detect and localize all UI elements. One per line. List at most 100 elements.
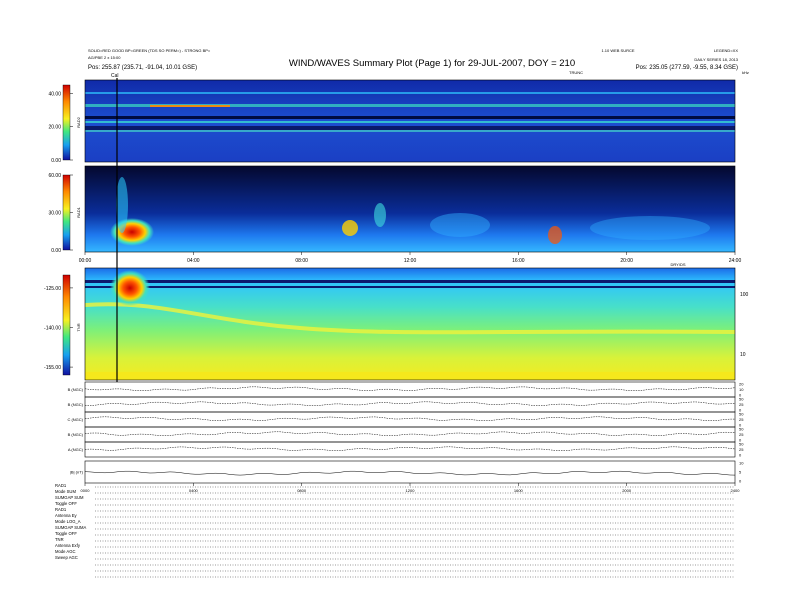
x-tick-label: 1200 [406,488,416,493]
rad2-colorbar [62,84,71,161]
panel-ylabel: RAD1 [76,206,81,217]
info-line: SUMGAP SUM [55,495,84,500]
x-tick-label: 20:00 [620,258,633,264]
info-line: RAD1 [55,507,67,512]
y-tick-label: -125.00 [44,286,61,292]
header-right-line3: Pos: 235.05 (277.59, -9.55, 8.34 GSE) [636,65,738,71]
field-trace [84,416,735,421]
field-panel-label: A (NGC) [68,447,84,452]
field-right-tick: 25 [739,417,744,422]
y-tick-label: 20.00 [48,125,61,131]
field-right-tick: 50 [739,427,744,432]
y-tick-label: -155.00 [44,365,61,371]
tnr-floor [85,372,735,380]
tnr-right-tick-label: 10 [740,352,746,358]
tnr-right-tick-label: 100 [740,292,749,298]
header-left-line1: SOLID=RED GOOD BP=GREEN (TDS SO PERM=) -… [88,48,211,53]
plot-title: WIND/WAVES Summary Plot (Page 1) for 29-… [289,58,575,69]
info-line: Toggle OFF [55,501,77,506]
field-panel-frame [84,411,736,428]
x-tick-label: 00:00 [79,258,92,264]
field-right-tick: 50 [739,442,744,447]
x-tick-label: 0400 [189,488,199,493]
field-panel-label: |B| (nT) [70,470,84,475]
rad2-panel [84,79,736,163]
field-panel-frame [84,396,736,413]
info-line: Antenna Exfy [55,543,81,548]
info-line: RAD1 [55,483,67,488]
x-tick-label: 16:00 [512,258,525,264]
field-trace [84,431,736,436]
info-line: Sweep AGC [55,555,78,560]
rad2-band [150,105,230,107]
tnr-band [85,280,735,283]
x-tick-labels: 00:00 04:00 08:00 12:00 16:00 20:00 24:00 [79,252,741,264]
rad1-feature [342,220,358,236]
rad2-band [85,116,735,119]
rad1-feature [374,203,386,227]
field-panels: B (NGC)20100B (NGC)50250C (NGC)50250B (N… [67,382,744,494]
panel-ylabel: TNR [76,323,81,331]
field-panel-label: B (NGC) [68,432,84,437]
y-tick-label: 0.00 [51,248,61,254]
field-right-tick: 10 [739,461,744,466]
header-right-line1: LEGEND=XX [714,48,738,53]
y-tick-label: 60.00 [48,173,61,179]
rad1-feature [590,216,710,240]
rad1-feature [430,213,490,237]
rad1-feature [548,226,562,244]
field-panel-frame [84,426,736,443]
x-tick-label: 2000 [622,488,632,493]
field-panel-label: B (NGC) [68,402,84,407]
y-tick-label: 0.00 [51,158,61,164]
tnr-background [85,268,735,380]
field-right-tick: 25 [739,432,744,437]
header-right-unit: kHz [742,70,749,75]
field-panel-frame [84,381,736,398]
field-right-tick: 5 [739,470,742,475]
rad2-band [85,92,735,94]
x-tick-label: 12:00 [404,258,417,264]
field-panel-frame [84,460,736,484]
field-panel-frame [84,441,736,458]
field-trace [84,386,736,391]
info-line: Antenna Ey [55,513,78,518]
info-block: RAD1Mode SUMSUMGAP SUMToggle OFFRAD1Ante… [55,483,735,578]
info-line: Mode AGC [55,549,75,554]
header-mid-label: TRUNC [569,70,583,75]
x-tick-label: 04:00 [187,258,200,264]
x-tick-label: 0000 [81,488,91,493]
tnr-corner-label: DRY/DS [670,262,685,267]
rad2-band [85,121,735,123]
field-right-tick: 0 [739,479,742,484]
field-right-tick: 20 [739,382,744,387]
summary-figure: WIND/WAVES Summary Plot (Page 1) for 29-… [44,48,749,578]
tnr-band [85,286,735,288]
field-trace [84,446,736,451]
x-tick-label: 08:00 [295,258,308,264]
y-tick-label: 40.00 [48,91,61,97]
info-line: Mode LOG_A [55,519,81,524]
header-left-line2: AG/PBE 2 x 15:00 [88,55,121,60]
y-tick-label: 30.00 [48,211,61,217]
rad2-band [85,126,735,130]
x-tick-label: 0800 [297,488,307,493]
field-right-tick: 50 [739,412,744,417]
field-trace [84,470,736,476]
rad2-band [85,130,735,132]
field-right-tick: 0 [739,453,742,458]
panel-ylabel: RAD2 [76,116,81,127]
field-right-tick: 50 [739,397,744,402]
rad1-panel [84,165,736,253]
field-right-tick: 25 [739,447,744,452]
field-panel-label: C (NGC) [67,417,83,422]
field-right-tick: 10 [739,387,744,392]
info-line: TNR [55,537,64,542]
field-trace [84,401,736,406]
y-tick-label: -140.00 [44,326,61,332]
rad1-burst-tail [116,177,128,233]
field-right-tick: 25 [739,402,744,407]
x-tick-label: 2400 [731,488,741,493]
tnr-panel [84,267,736,381]
x-tick-label: 1600 [514,488,524,493]
